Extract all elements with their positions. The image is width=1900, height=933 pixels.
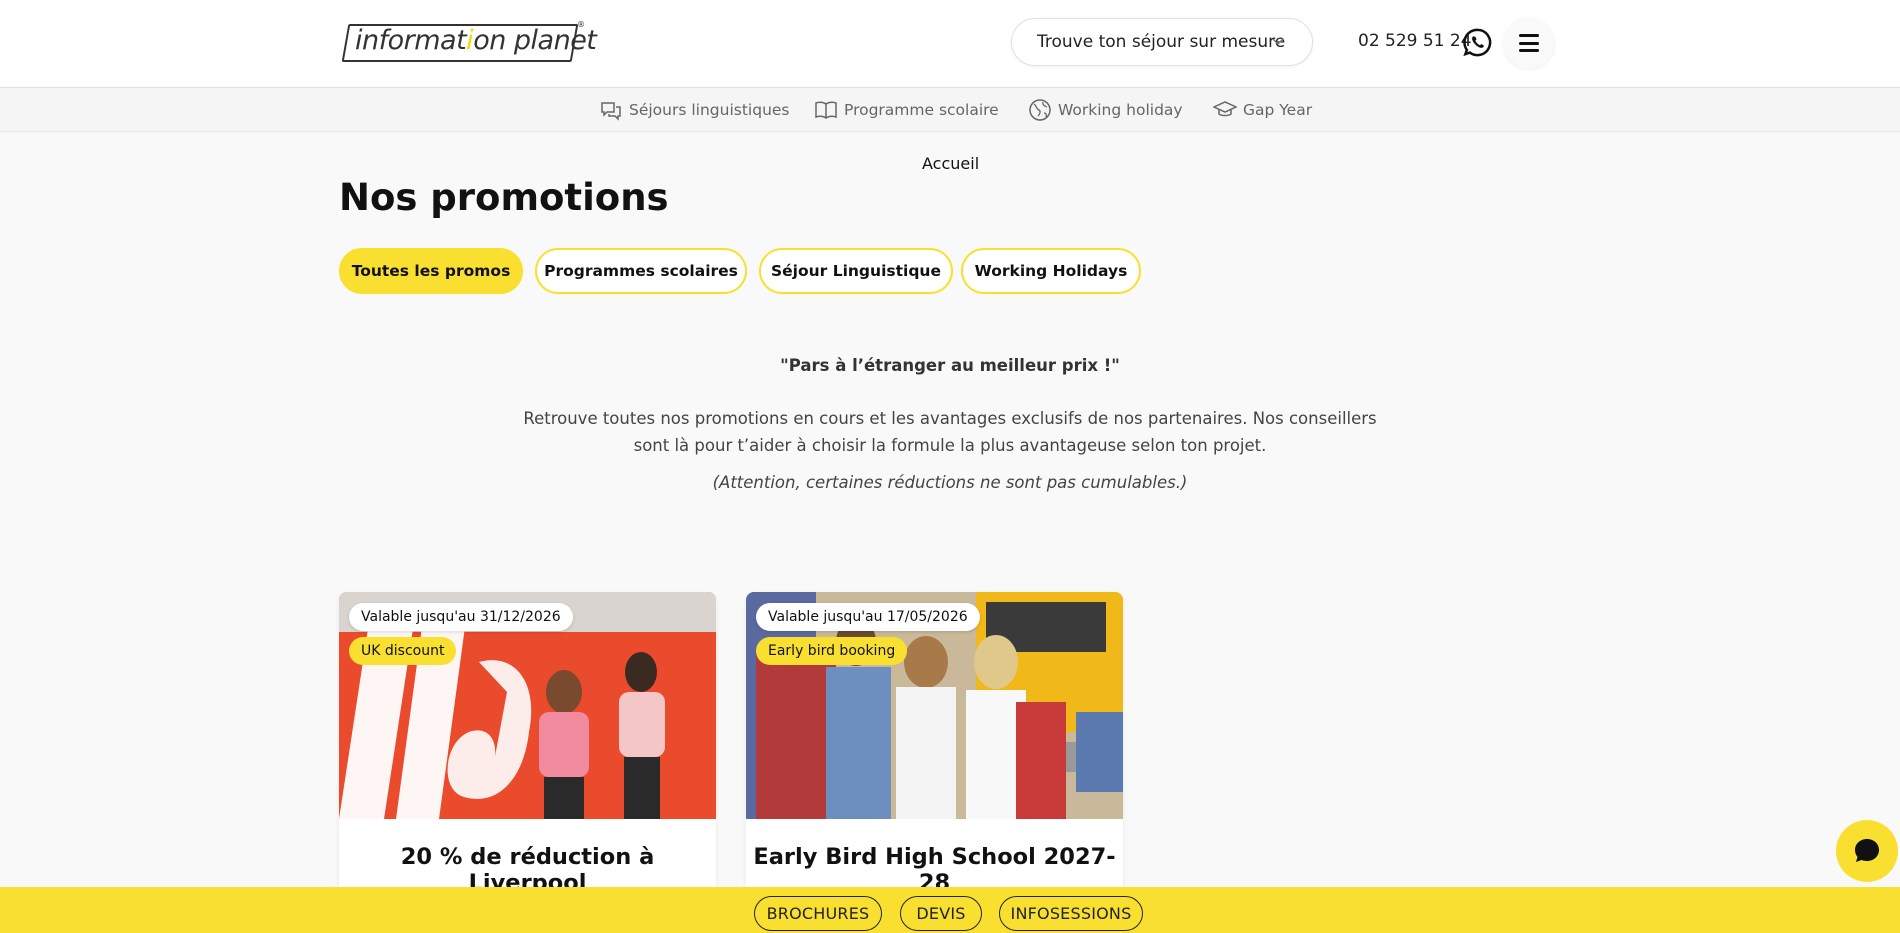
bottom-action-bar: BROCHURES DEVIS INFOSESSIONS — [0, 887, 1900, 933]
disclaimer-note: (Attention, certaines réductions ne sont… — [712, 473, 1188, 492]
menu-line-icon — [1519, 49, 1539, 52]
chat-bubbles-icon — [601, 102, 621, 121]
breadcrumb-home-link[interactable]: Accueil — [922, 154, 979, 173]
chat-bubble-icon — [1855, 839, 1879, 862]
tab-toutes-les-promos[interactable]: Toutes les promos — [339, 248, 523, 294]
promo-card[interactable]: Valable jusqu'au 31/12/2026 UK discount … — [339, 592, 716, 892]
promo-card-title[interactable]: Early Bird High School 2027-28 — [746, 844, 1123, 892]
infosessions-button[interactable]: INFOSESSIONS — [999, 896, 1143, 931]
chat-button[interactable] — [1836, 820, 1898, 882]
nav-sejours-linguistiques[interactable]: Séjours linguistiques — [599, 98, 790, 122]
tab-sejour-linguistique[interactable]: Séjour Linguistique — [759, 248, 953, 294]
nav-label: Gap Year — [1243, 101, 1313, 119]
graduation-cap-icon — [1213, 101, 1237, 117]
trip-finder-dropdown[interactable]: Trouve ton séjour sur mesure — [1011, 18, 1313, 66]
brochures-button[interactable]: BROCHURES — [754, 896, 882, 931]
nav-label: Working holiday — [1058, 101, 1183, 119]
site-header: information planet ® Trouve ton séjour s… — [0, 0, 1900, 88]
whatsapp-icon[interactable] — [1462, 27, 1493, 58]
nav-label: Séjours linguistiques — [629, 101, 790, 119]
nav-programme-scolaire[interactable]: Programme scolaire — [814, 98, 999, 122]
devis-button[interactable]: DEVIS — [900, 896, 982, 931]
globe-icon — [1029, 99, 1051, 121]
promo-image-high-school: Valable jusqu'au 17/05/2026 Early bird b… — [746, 592, 1123, 819]
tagline: "Pars à l’étranger au meilleur prix !" — [780, 356, 1120, 375]
category-nav: Séjours linguistiques Programme scolaire… — [0, 88, 1900, 132]
hamburger-menu-button[interactable] — [1504, 18, 1554, 68]
intro-text: Retrouve toutes nos promotions en cours … — [523, 409, 1377, 455]
chevron-down-icon — [1272, 38, 1284, 46]
promo-tag-badge: Early bird booking — [756, 637, 908, 665]
trip-finder-label: Trouve ton séjour sur mesure — [1037, 32, 1286, 52]
logo-text: information planet — [355, 25, 597, 56]
tab-working-holidays[interactable]: Working Holidays — [961, 248, 1141, 294]
nav-label: Programme scolaire — [844, 101, 999, 119]
logo-registered-mark: ® — [577, 20, 585, 29]
promo-tag-badge: UK discount — [349, 637, 457, 665]
menu-line-icon — [1519, 34, 1539, 37]
information-planet-logo[interactable]: information planet ® — [341, 20, 597, 64]
open-book-icon — [815, 101, 837, 119]
nav-gap-year[interactable]: Gap Year — [1213, 98, 1312, 122]
promo-card-title[interactable]: 20 % de réduction à Liverpool — [339, 844, 716, 892]
valid-until-badge: Valable jusqu'au 17/05/2026 — [756, 603, 980, 631]
phone-number[interactable]: 02 529 51 24 — [1358, 31, 1472, 51]
page-title: Nos promotions — [339, 176, 669, 219]
valid-until-badge: Valable jusqu'au 31/12/2026 — [349, 603, 573, 631]
menu-line-icon — [1519, 41, 1539, 45]
nav-working-holiday[interactable]: Working holiday — [1028, 98, 1183, 122]
tab-programmes-scolaires[interactable]: Programmes scolaires — [535, 248, 747, 294]
promo-card[interactable]: Valable jusqu'au 17/05/2026 Early bird b… — [746, 592, 1123, 892]
promo-image-liverpool: Valable jusqu'au 31/12/2026 UK discount — [339, 592, 716, 819]
